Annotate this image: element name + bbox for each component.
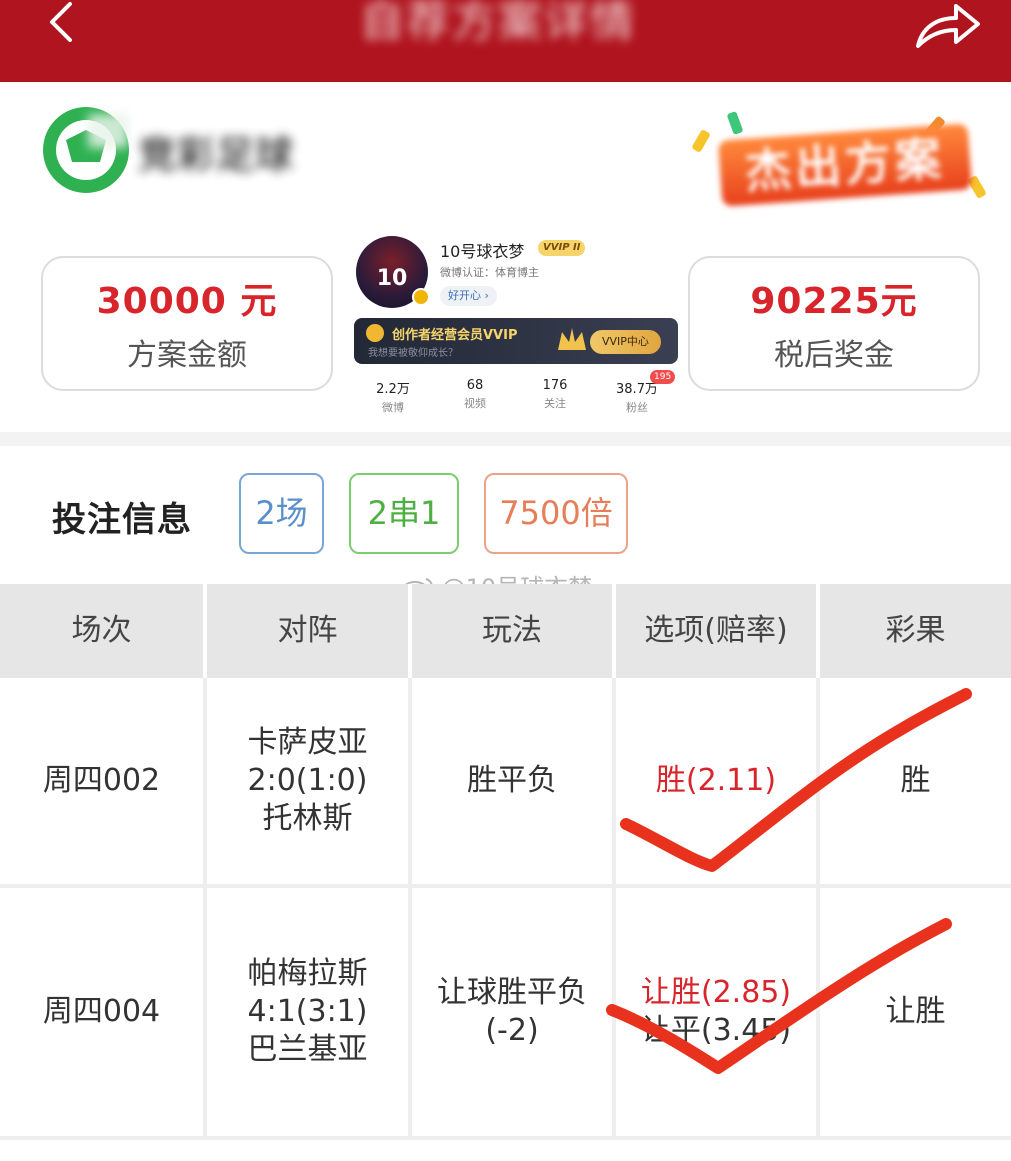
stat-value: 68 bbox=[466, 378, 484, 393]
away-team: 巴兰基亚 bbox=[247, 1032, 368, 1067]
confetti-decoration bbox=[726, 110, 744, 136]
tag-match-count: 2场 bbox=[239, 473, 324, 554]
selected-option: 让胜(2.85) bbox=[640, 975, 792, 1010]
chevron-left-icon bbox=[50, 2, 72, 42]
plan-amount-value: 30000 元 bbox=[96, 281, 278, 322]
column-header: 玩法 bbox=[482, 613, 542, 648]
fixture-cell: 卡萨皮亚 2:0(1:0) 托林斯 bbox=[207, 678, 408, 884]
verified-icon bbox=[412, 288, 430, 306]
column-header: 场次 bbox=[71, 613, 132, 648]
notification-badge: 195 bbox=[650, 370, 676, 384]
stat-video[interactable]: 68 视频 bbox=[440, 378, 510, 411]
avatar-jersey-number: 10 bbox=[376, 266, 408, 291]
option-cell: 让胜(2.85) 让平(3.45) bbox=[616, 888, 816, 1136]
vip-banner-title: 创作者经营会员VVIP bbox=[392, 328, 518, 343]
brand-name: 竞彩足球 bbox=[138, 124, 294, 179]
column-header: 彩果 bbox=[885, 613, 946, 648]
brand-logo bbox=[40, 104, 132, 196]
column-header: 对阵 bbox=[277, 613, 338, 648]
prize-amount-value: 90225元 bbox=[750, 281, 918, 322]
stat-label: 粉丝 bbox=[626, 401, 648, 414]
mood-pill[interactable]: 好开心 › bbox=[440, 286, 497, 306]
fixture-cell: 帕梅拉斯 4:1(3:1) 巴兰基亚 bbox=[207, 888, 408, 1136]
plan-amount-label: 方案金额 bbox=[127, 338, 247, 373]
bet-info-title: 投注信息 bbox=[52, 500, 192, 540]
top-bar: 自荐方案详情 bbox=[0, 0, 1011, 82]
soccer-ball-icon bbox=[43, 107, 129, 193]
vip-badge: VVIP II bbox=[538, 240, 586, 256]
play-handicap: (-2) bbox=[485, 1013, 539, 1048]
tag-parlay-type: 2串1 bbox=[349, 473, 459, 554]
profile-certification: 微博认证：体育博主 bbox=[440, 266, 539, 279]
match-id-cell: 周四002 bbox=[0, 678, 203, 884]
play-type: 让球胜平负 bbox=[437, 975, 587, 1010]
home-team: 卡萨皮亚 bbox=[247, 725, 368, 760]
brand-name-text: 竞彩足球 bbox=[138, 133, 295, 177]
stat-value: 176 bbox=[542, 378, 568, 393]
play-type-cell: 让球胜平负 (-2) bbox=[412, 888, 612, 1136]
match-id-cell: 周四004 bbox=[0, 888, 203, 1136]
profile-stats: 2.2万 微博 68 视频 176 关注 38.7万 粉丝 bbox=[352, 378, 682, 418]
page-title: 自荐方案详情 bbox=[360, 0, 636, 47]
result: 胜 bbox=[900, 763, 931, 798]
section-divider bbox=[0, 432, 1011, 446]
stat-weibo[interactable]: 2.2万 微博 bbox=[358, 378, 428, 415]
confetti-decoration bbox=[691, 128, 711, 154]
match-score: 2:0(1:0) bbox=[247, 763, 368, 798]
stat-value: 2.2万 bbox=[376, 382, 410, 397]
match-score: 4:1(3:1) bbox=[247, 994, 368, 1029]
column-header: 选项(赔率) bbox=[644, 613, 788, 648]
banner-text: 杰出方案 bbox=[718, 123, 972, 207]
stat-label: 关注 bbox=[544, 397, 566, 410]
play-type: 胜平负 bbox=[467, 763, 557, 798]
prize-amount-card: 90225元 税后奖金 bbox=[688, 256, 980, 391]
selected-option: 胜(2.11) bbox=[655, 763, 777, 798]
promo-banner[interactable]: 杰出方案 bbox=[690, 110, 990, 212]
away-team: 托林斯 bbox=[262, 801, 353, 836]
result-cell: 让胜 bbox=[820, 888, 1011, 1136]
share-button[interactable] bbox=[912, 0, 984, 56]
stat-label: 视频 bbox=[464, 397, 486, 410]
vip-banner-subtitle: 我想要被敬仰成长？ bbox=[368, 348, 458, 359]
coin-icon bbox=[366, 324, 384, 342]
match-id: 周四002 bbox=[42, 763, 161, 798]
home-team: 帕梅拉斯 bbox=[247, 956, 368, 991]
crown-icon bbox=[558, 328, 586, 350]
vip-banner[interactable]: 创作者经营会员VVIP 我想要被敬仰成长？ VVIP中心 bbox=[354, 318, 678, 364]
profile-card[interactable]: 10 10号球衣梦 VVIP II 微博认证：体育博主 好开心 › 创作者经营会… bbox=[352, 230, 682, 418]
result-cell: 胜 bbox=[820, 678, 1011, 884]
profile-name[interactable]: 10号球衣梦 bbox=[440, 238, 524, 262]
prize-amount-label: 税后奖金 bbox=[774, 338, 894, 373]
stat-following[interactable]: 176 关注 bbox=[520, 378, 590, 411]
selected-option: 让平(3.45) bbox=[640, 1013, 792, 1048]
vip-center-button[interactable]: VVIP中心 bbox=[590, 330, 661, 354]
play-type-cell: 胜平负 bbox=[412, 678, 612, 884]
result: 让胜 bbox=[885, 994, 946, 1029]
tag-multiplier: 7500倍 bbox=[484, 473, 628, 554]
option-cell: 胜(2.11) bbox=[616, 678, 816, 884]
row-divider bbox=[0, 1136, 1011, 1140]
table-header: 场次 对阵 玩法 选项(赔率) 彩果 bbox=[0, 584, 1011, 678]
plan-amount-card: 30000 元 方案金额 bbox=[41, 256, 333, 391]
stat-label: 微博 bbox=[382, 401, 404, 414]
back-button[interactable] bbox=[40, 0, 90, 50]
share-icon bbox=[916, 4, 980, 48]
match-id: 周四004 bbox=[42, 994, 161, 1029]
